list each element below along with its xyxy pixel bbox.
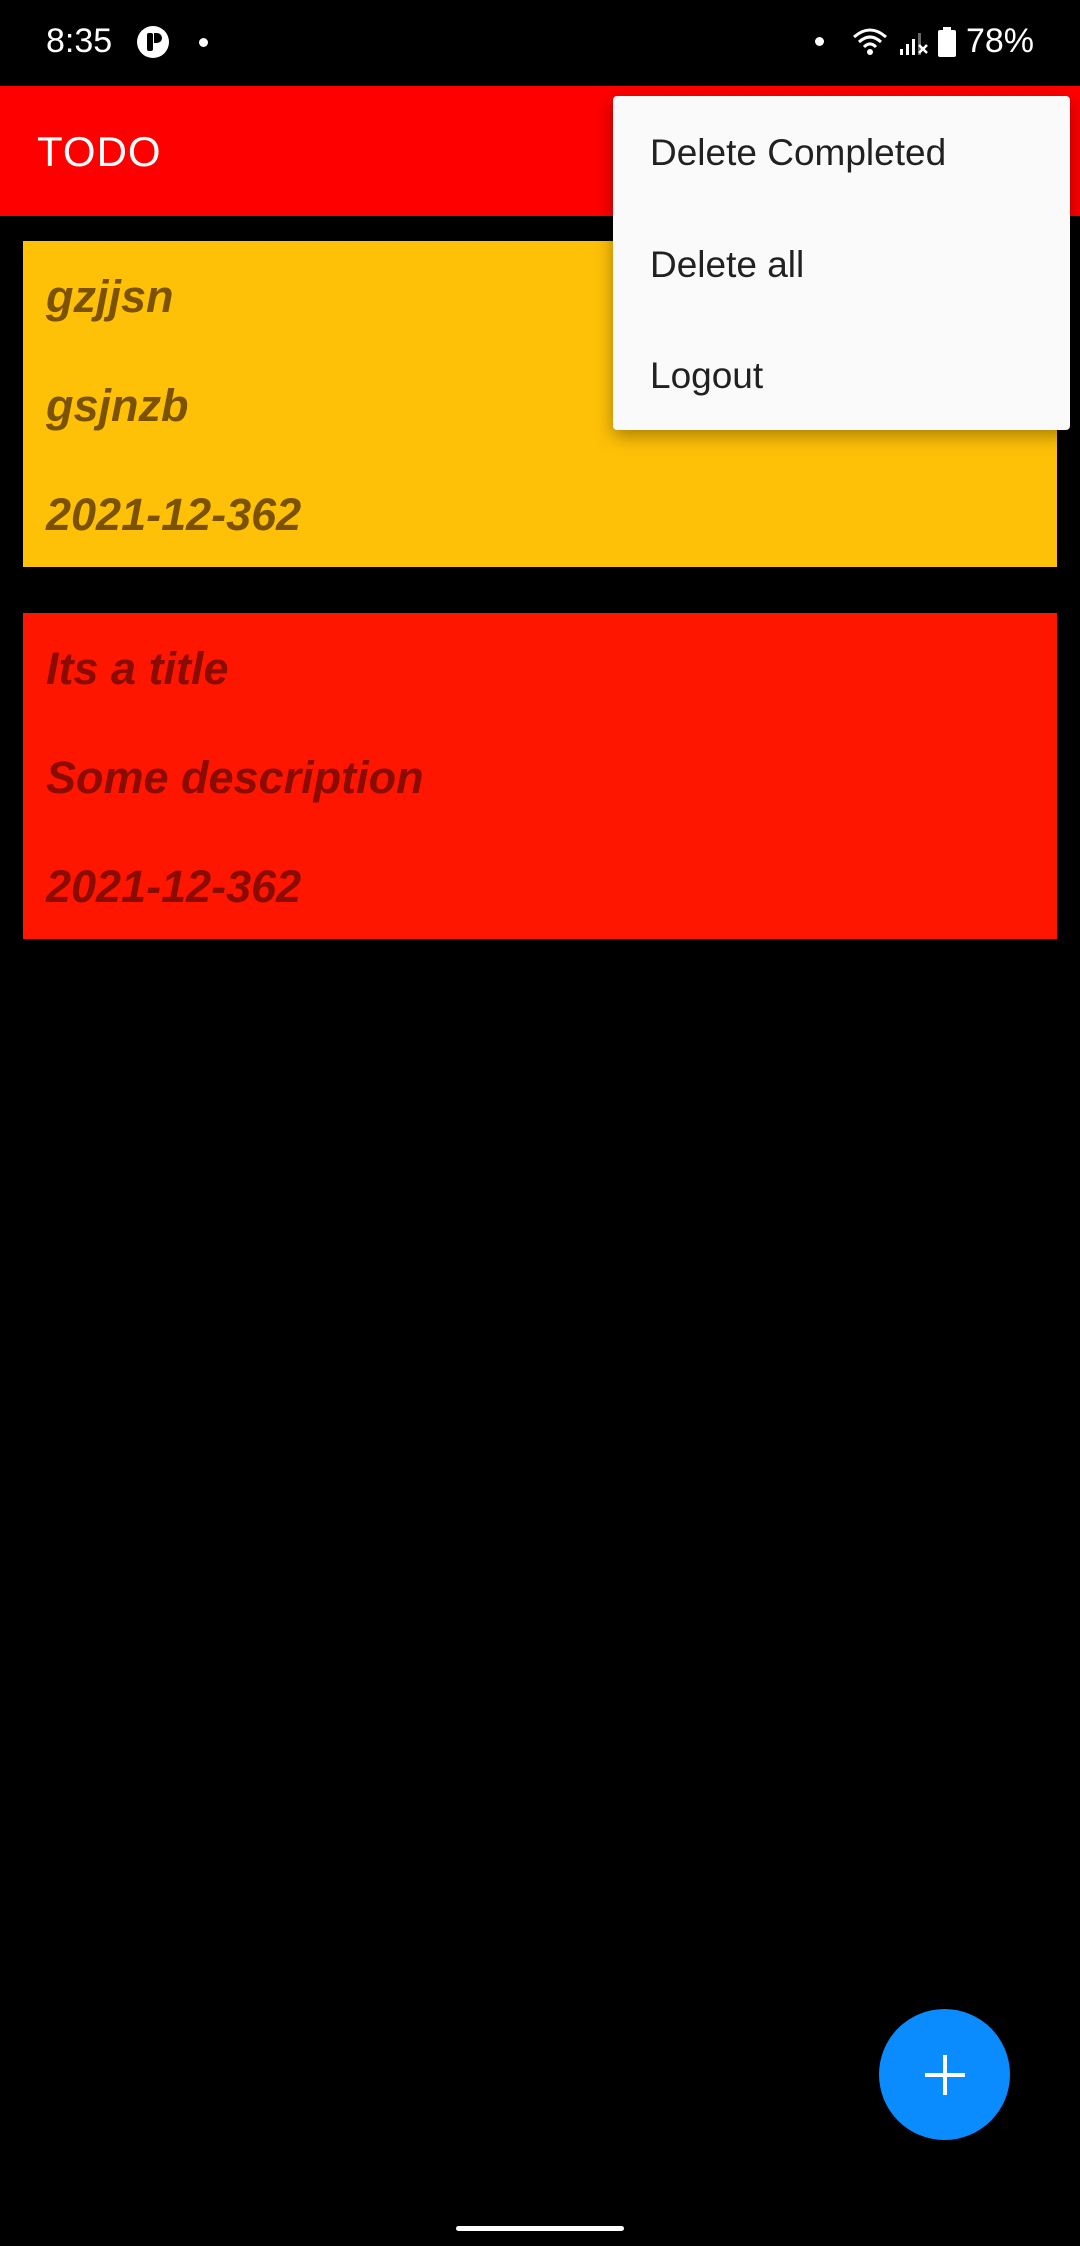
- page-title: TODO: [37, 128, 162, 175]
- status-bar: 8:35 78%: [0, 0, 1080, 86]
- gesture-navigation-bar[interactable]: [456, 2226, 624, 2231]
- dot-icon: [814, 37, 824, 46]
- todo-title: Its a title: [46, 643, 229, 694]
- todo-date: 2021-12-362: [46, 489, 302, 540]
- status-time: 8:35: [46, 22, 113, 60]
- menu-item-logout[interactable]: Logout: [650, 355, 763, 397]
- plus-icon: [924, 2054, 965, 2095]
- app-notification-icon: [137, 26, 169, 58]
- todo-description: gsjnzb: [46, 380, 189, 431]
- todo-date: 2021-12-362: [46, 861, 302, 912]
- overflow-menu: Delete Completed Delete all Logout: [613, 96, 1070, 430]
- menu-item-delete-completed[interactable]: Delete Completed: [650, 132, 946, 174]
- todo-title: gzjjsn: [46, 271, 174, 322]
- menu-item-delete-all[interactable]: Delete all: [650, 244, 804, 286]
- status-right: 78%: [814, 22, 1034, 61]
- dot-icon: [199, 38, 208, 47]
- battery-percent: 78%: [965, 22, 1034, 60]
- battery-icon: [937, 26, 956, 57]
- todo-description: Some description: [46, 752, 424, 803]
- add-todo-button[interactable]: [879, 2009, 1010, 2140]
- todo-card[interactable]: Its a title Some description 2021-12-362: [23, 613, 1057, 939]
- wifi-icon: [852, 28, 887, 55]
- signal-icon: [899, 32, 928, 55]
